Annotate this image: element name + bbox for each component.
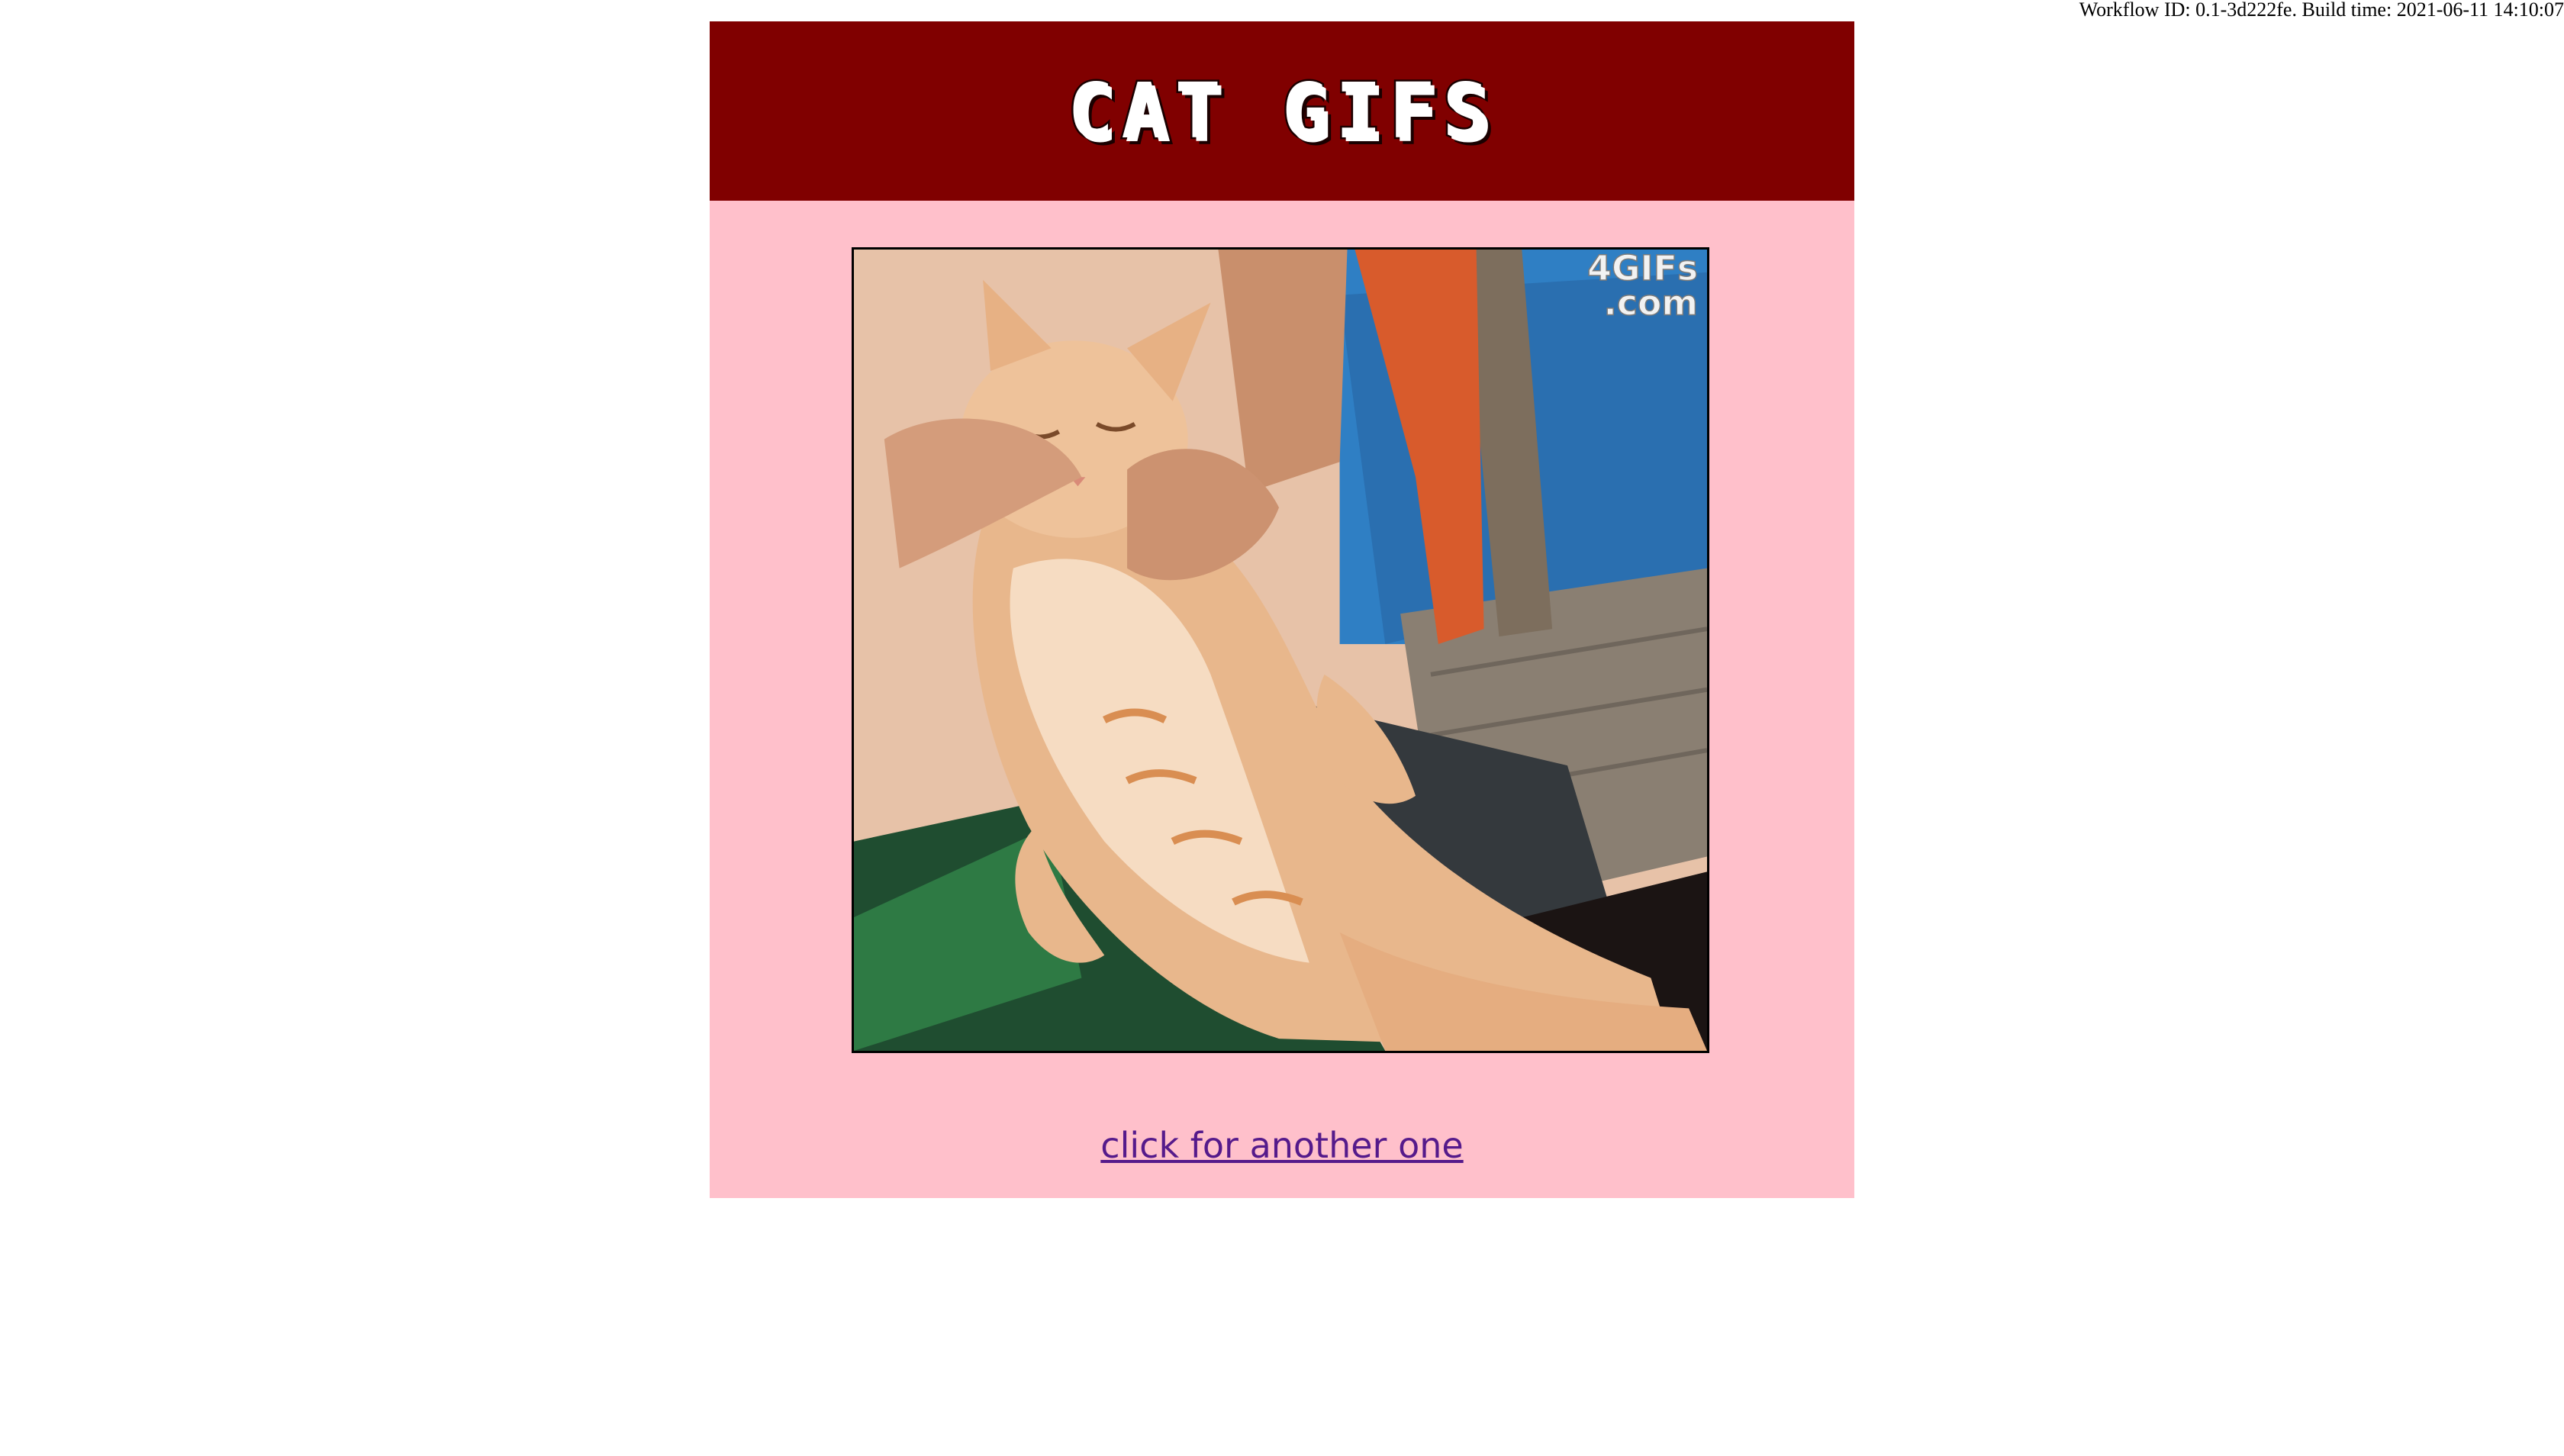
cat-gif-card: CAT GIFS 4GIFs .com click for another on… bbox=[710, 21, 1854, 1198]
page-header: CAT GIFS bbox=[710, 21, 1854, 201]
another-cat-link[interactable]: click for another one bbox=[1100, 1125, 1463, 1166]
cat-gif-illustration: 4GIFs .com bbox=[854, 250, 1707, 1051]
cat-gif-image: 4GIFs .com bbox=[852, 247, 1709, 1053]
page-title: CAT GIFS bbox=[1066, 65, 1496, 158]
another-link-container: click for another one bbox=[710, 1124, 1854, 1167]
watermark-line2: .com bbox=[1603, 283, 1698, 324]
build-info-text: Workflow ID: 0.1-3d222fe. Build time: 20… bbox=[2079, 0, 2564, 21]
